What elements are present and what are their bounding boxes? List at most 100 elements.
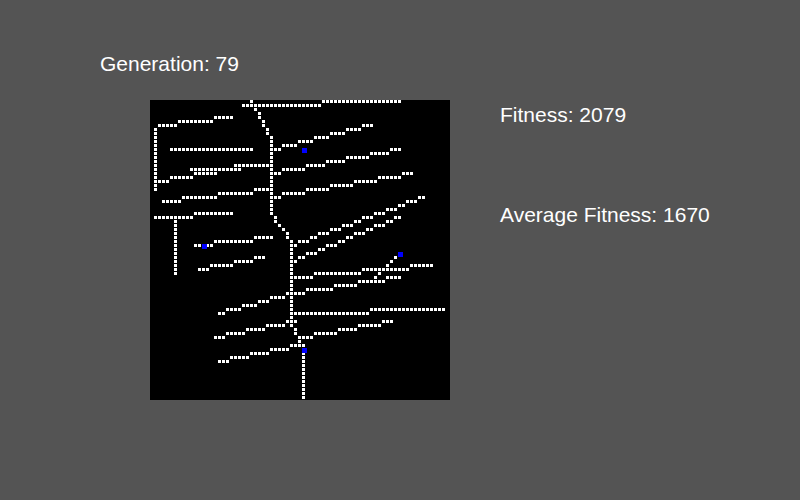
tree-cell <box>358 272 361 275</box>
tree-cell <box>162 124 165 127</box>
tree-cell <box>270 324 273 327</box>
tree-cell <box>154 168 157 171</box>
tree-cell <box>190 216 193 219</box>
tree-cell <box>318 288 321 291</box>
tree-cell <box>426 264 429 267</box>
tree-cell <box>382 280 385 283</box>
main-row: Fitness: 2079Average Fitness: 1670 <box>100 100 800 400</box>
tree-cell <box>290 292 293 295</box>
tree-cell <box>322 272 325 275</box>
tree-cell <box>318 164 321 167</box>
tree-cell <box>174 148 177 151</box>
tree-cell <box>158 216 161 219</box>
tree-cell <box>242 304 245 307</box>
tree-cell <box>294 244 297 247</box>
tree-cell <box>334 284 337 287</box>
tree-cell <box>262 328 265 331</box>
tree-cell <box>346 236 349 239</box>
tree-cell <box>346 284 349 287</box>
tree-cell <box>254 236 257 239</box>
tree-cell <box>386 152 389 155</box>
tree-cell <box>238 192 241 195</box>
tree-cell <box>310 252 313 255</box>
tree-cell <box>302 384 305 387</box>
tree-cell <box>370 180 373 183</box>
tree-cell <box>270 152 273 155</box>
tree-cell <box>274 196 277 199</box>
tree-cell <box>418 264 421 267</box>
tree-cell <box>230 192 233 195</box>
tree-cell <box>354 328 357 331</box>
tree-cell <box>274 296 277 299</box>
generation-label: Generation: 79 <box>100 52 800 76</box>
tree-cell <box>174 268 177 271</box>
tree-cell <box>182 120 185 123</box>
tree-cell <box>174 176 177 179</box>
tree-cell <box>294 192 297 195</box>
tree-canvas <box>150 100 450 400</box>
tree-cell <box>206 120 209 123</box>
tree-cell <box>266 324 269 327</box>
tree-cell <box>174 244 177 247</box>
tree-cell <box>350 328 353 331</box>
tree-cell <box>274 216 277 219</box>
tree-cell <box>258 256 261 259</box>
tree-cell <box>154 216 157 219</box>
tree-cell <box>350 312 353 315</box>
tree-cell <box>306 104 309 107</box>
tree-cell <box>290 300 293 303</box>
tree-cell <box>298 140 301 143</box>
tree-cell <box>154 148 157 151</box>
tree-cell <box>350 236 353 239</box>
tree-cell <box>318 248 321 251</box>
tree-cell <box>358 324 361 327</box>
tree-cell <box>198 120 201 123</box>
tree-cell <box>410 264 413 267</box>
tree-cell <box>338 228 341 231</box>
tree-cell <box>402 268 405 271</box>
tree-cell <box>378 100 381 103</box>
tree-cell <box>162 200 165 203</box>
tree-cell <box>238 356 241 359</box>
tree-cell <box>374 324 377 327</box>
tree-cell <box>322 312 325 315</box>
tree-cell <box>154 128 157 131</box>
tree-cell <box>374 100 377 103</box>
tree-cell <box>374 152 377 155</box>
tree-cell <box>198 244 201 247</box>
tree-cell <box>278 224 281 227</box>
tree-cell <box>274 220 277 223</box>
tree-cell <box>314 312 317 315</box>
tree-cell <box>398 268 401 271</box>
tree-cell <box>314 332 317 335</box>
tree-cell <box>270 236 273 239</box>
tree-cell <box>230 148 233 151</box>
tree-cell <box>338 132 341 135</box>
tree-cell <box>306 288 309 291</box>
tree-cell <box>290 304 293 307</box>
tree-cell <box>378 268 381 271</box>
tree-cell <box>314 236 317 239</box>
tree-cell <box>202 148 205 151</box>
tree-cell <box>218 264 221 267</box>
tree-cell <box>202 212 205 215</box>
tree-cell <box>342 328 345 331</box>
tree-cell <box>266 188 269 191</box>
tree-cell <box>282 168 285 171</box>
tree-cell <box>390 148 393 151</box>
tree-cell <box>298 256 301 259</box>
tree-cell <box>242 164 245 167</box>
tree-cell <box>210 264 213 267</box>
tree-cell <box>286 292 289 295</box>
tree-cell <box>306 140 309 143</box>
tree-cell <box>330 228 333 231</box>
tree-cell <box>250 240 253 243</box>
tree-cell <box>242 148 245 151</box>
tree-cell <box>290 276 293 279</box>
tree-cell <box>418 308 421 311</box>
tree-cell <box>358 312 361 315</box>
tree-cell <box>214 264 217 267</box>
tree-cell <box>214 148 217 151</box>
tree-cell <box>302 396 305 399</box>
tree-cell <box>346 224 349 227</box>
